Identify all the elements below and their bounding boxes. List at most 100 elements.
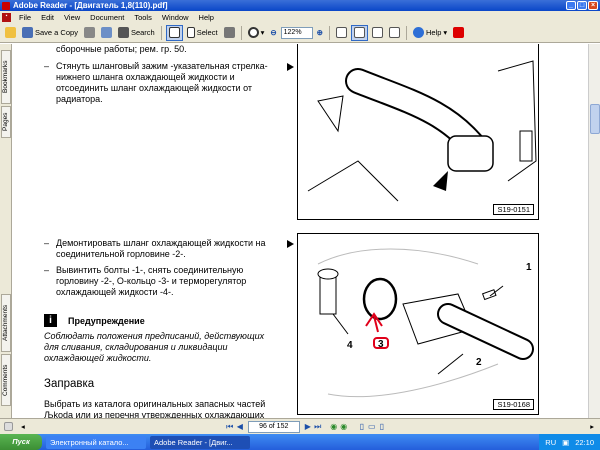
email-icon (100, 27, 112, 38)
system-tray: RU ▣ 22:10 (539, 434, 600, 450)
maximize-button[interactable]: □ (577, 1, 587, 10)
toolbar-separator (160, 25, 162, 40)
title-bar: Adobe Reader - [Двигатель 1,8(110).pdf] … (0, 0, 600, 11)
close-button[interactable]: × (588, 1, 598, 10)
menu-document[interactable]: Document (85, 13, 129, 22)
document-icon[interactable] (4, 422, 13, 431)
help-button[interactable]: Help ▾ (411, 25, 449, 41)
previous-view-button[interactable]: ◉ (329, 422, 339, 432)
previous-page-button[interactable]: ◀ (235, 422, 245, 432)
first-page-button[interactable]: ⏮ (225, 422, 235, 432)
continuous-icon[interactable]: ▭ (367, 422, 377, 432)
magnifier-icon (247, 27, 259, 38)
fit-width-icon (371, 27, 383, 38)
text-line: для сливания, складирования и ликвидации (44, 342, 228, 352)
search-button[interactable]: Search (116, 25, 157, 41)
fit-page-icon (353, 27, 365, 38)
search-label: Search (130, 28, 155, 37)
snapshot-button[interactable] (222, 25, 237, 41)
minimize-button[interactable]: _ (566, 1, 576, 10)
bullet-dash: – (44, 265, 50, 275)
callout-4: 4 (347, 340, 353, 351)
single-page-icon[interactable]: ▯ (357, 422, 367, 432)
next-page-button[interactable]: ▶ (303, 422, 313, 432)
zoom-input[interactable]: 122% (280, 26, 313, 39)
next-view-button[interactable]: ◉ (339, 422, 349, 432)
camera-icon (223, 27, 235, 38)
window-title: Adobe Reader - [Двигатель 1,8(110).pdf] (13, 1, 168, 10)
rotate-icon (388, 27, 400, 38)
warning-text: Соблюдать положения предписаний, действу… (44, 331, 294, 364)
text-line: нижнего шланга охлаждающей жидкости и (56, 72, 235, 82)
text-line: Соблюдать положения предписаний, действу… (44, 331, 265, 341)
save-copy-button[interactable]: Save a Copy (20, 25, 80, 41)
menu-edit[interactable]: Edit (36, 13, 59, 22)
help-label: Help (425, 28, 442, 37)
text-line: сборочные работы; рем. гр. 50. (56, 44, 187, 54)
rotate-button[interactable] (387, 25, 402, 41)
pdf-document-icon[interactable]: ▪ (2, 12, 11, 22)
menu-window[interactable]: Window (157, 13, 194, 22)
facing-icon[interactable]: ▯ (377, 422, 387, 432)
document-page[interactable]: сборочные работы; рем. гр. 50. – Стянуть… (13, 44, 588, 418)
start-button[interactable]: Пуск (0, 434, 42, 450)
taskbar-item-adobe-reader[interactable]: Adobe Reader - [Двиг... (150, 435, 250, 449)
open-button[interactable] (3, 25, 18, 41)
folder-icon (5, 27, 16, 38)
text-line: Выбрать из каталога оригинальных запасны… (44, 399, 266, 409)
menu-view[interactable]: View (59, 13, 85, 22)
language-indicator[interactable]: RU (545, 438, 556, 447)
text-line: Вывинтить болты -1-, снять соединительну… (56, 265, 244, 275)
taskbar-item-catalog[interactable]: Электронный катало... (46, 435, 146, 449)
chevron-down-icon: ▾ (443, 28, 448, 37)
text-line: отсоединить шланг охлаждающей жидкости о… (56, 83, 253, 93)
tab-attachments[interactable]: Attachments (1, 294, 11, 352)
arrow-right-icon (287, 240, 294, 248)
menu-help[interactable]: Help (194, 13, 219, 22)
menu-file[interactable]: File (14, 13, 36, 22)
plus-icon: ⊕ (316, 28, 323, 37)
menu-tools[interactable]: Tools (129, 13, 157, 22)
clock: 22:10 (575, 437, 594, 447)
taskbar: Пуск Электронный катало... Adobe Reader … (0, 434, 600, 450)
zoom-in-button[interactable]: ⊕ (315, 25, 325, 41)
tab-bookmarks[interactable]: Bookmarks (1, 50, 11, 104)
email-button[interactable] (99, 25, 114, 41)
text-line: Демонтировать шланг охлаждающей жидкости… (56, 238, 266, 248)
floppy-icon (22, 27, 33, 38)
thermostat-illustration (317, 248, 534, 398)
callout-3: 3 (378, 339, 384, 350)
hand-tool-button[interactable] (165, 24, 183, 41)
toolbar-separator (405, 25, 407, 40)
scroll-left-icon[interactable]: ◂ (21, 422, 25, 431)
actual-size-icon (335, 27, 347, 38)
select-tool-button[interactable]: Select (185, 25, 220, 41)
scroll-right-icon[interactable]: ▸ (590, 422, 594, 431)
text-line: охлаждающей жидкости. (44, 353, 152, 363)
tab-comments[interactable]: Comments (1, 354, 11, 406)
print-button[interactable] (82, 25, 97, 41)
text-line: Љkoda или из перечня утвержденных охлажд… (44, 410, 265, 418)
adobe-reader-icon (2, 1, 10, 10)
adobe-online-button[interactable] (451, 25, 466, 41)
text-line: радиатора. (56, 94, 103, 104)
printer-icon (83, 27, 95, 38)
warning-icon: i (44, 314, 57, 327)
text-line: соединительной горловине -2-. (56, 249, 186, 259)
fit-page-button[interactable] (350, 24, 368, 41)
binoculars-icon (117, 27, 129, 38)
page-number-field[interactable]: 96 of 152 (247, 420, 300, 433)
zoom-tool-button[interactable]: ▾ (246, 25, 267, 41)
vertical-scrollbar[interactable] (588, 44, 600, 418)
warning-title: Предупреждение (68, 316, 145, 326)
network-icon[interactable]: ▣ (562, 438, 569, 447)
fit-width-button[interactable] (370, 25, 385, 41)
actual-size-button[interactable] (334, 25, 349, 41)
last-page-button[interactable]: ⏭ (313, 422, 323, 432)
scrollbar-thumb[interactable] (590, 104, 600, 134)
cursor-icon (186, 27, 195, 38)
tab-pages[interactable]: Pages (1, 106, 11, 138)
paragraph: Выбрать из каталога оригинальных запасны… (44, 399, 294, 418)
callout-1: 1 (526, 262, 532, 273)
zoom-out-button[interactable]: ⊖ (268, 25, 278, 41)
